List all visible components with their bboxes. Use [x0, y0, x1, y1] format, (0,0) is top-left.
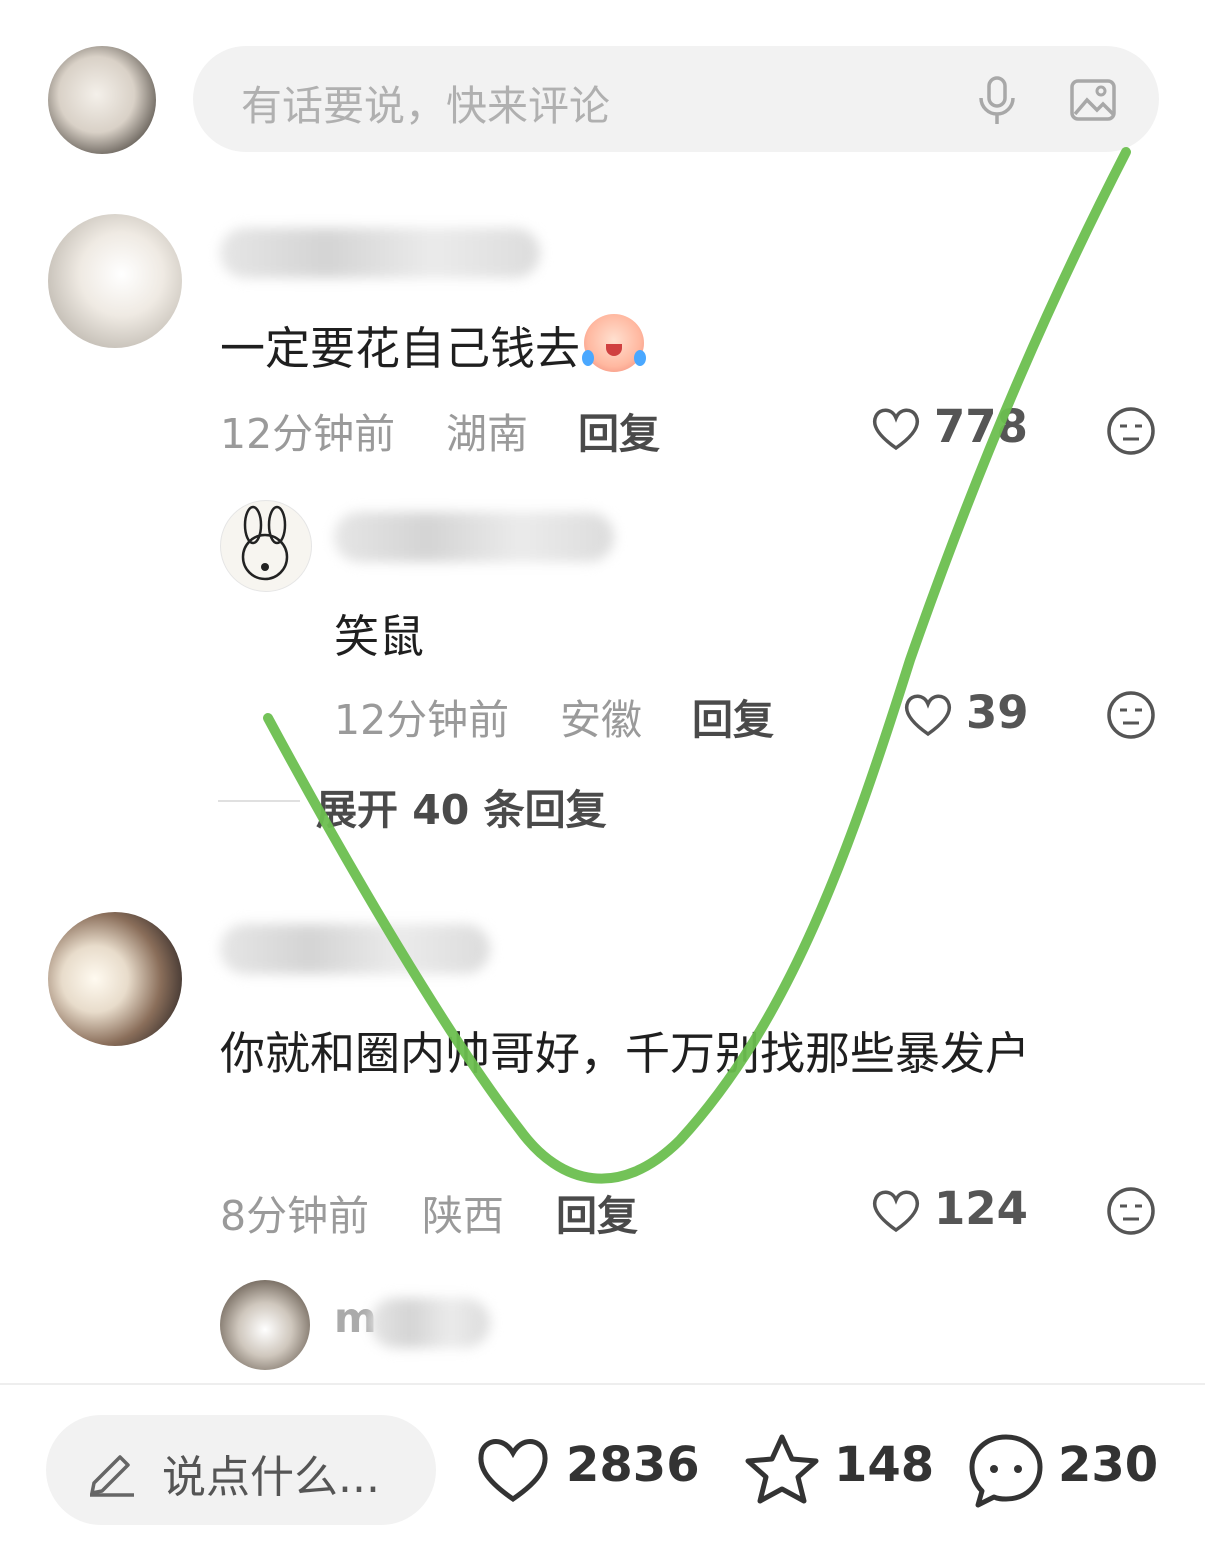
comment-author-blurred[interactable] [220, 228, 540, 278]
like-count: 778 [934, 400, 1028, 453]
comment-time: 12分钟前 [220, 410, 396, 458]
heart-icon[interactable] [870, 1188, 922, 1234]
dislike-face-icon[interactable] [1106, 406, 1156, 456]
heart-icon[interactable] [902, 692, 954, 738]
bunny-drawing-icon [241, 505, 289, 581]
reply-author-blurred[interactable] [334, 512, 614, 562]
reply-button[interactable]: 回复 [556, 1182, 638, 1242]
like-count: 39 [966, 686, 1029, 739]
reply-text: 笑鼠 [334, 610, 425, 663]
star-icon[interactable] [742, 1431, 822, 1507]
comment-region: 陕西 [422, 1192, 504, 1240]
say-something-button[interactable]: 说点什么... [46, 1415, 436, 1525]
comment-input-placeholder: 有话要说，快来评论 [241, 82, 610, 130]
comment-total: 230 [1058, 1437, 1159, 1493]
bottom-action-bar: 说点什么... 2836 148 230 [0, 1383, 1205, 1558]
reply-button[interactable]: 回复 [578, 400, 660, 460]
reply-region: 安徽 [560, 696, 642, 744]
reply-button[interactable]: 回复 [692, 686, 774, 746]
star-total: 148 [834, 1437, 935, 1493]
comment-bubble-icon[interactable] [966, 1431, 1046, 1509]
reply-time: 12分钟前 [334, 696, 510, 744]
say-something-label: 说点什么... [162, 1452, 380, 1503]
comment-avatar[interactable] [48, 912, 182, 1046]
like-heart-icon[interactable] [474, 1435, 552, 1505]
reply-avatar[interactable] [220, 1280, 310, 1370]
comment-text: 一定要花自己钱去 [220, 312, 647, 377]
expand-replies-button[interactable]: 展开 40 条回复 [316, 776, 607, 836]
pencil-icon [90, 1455, 134, 1497]
comment-author-blurred[interactable] [220, 924, 490, 974]
comment-input[interactable]: 有话要说，快来评论 [193, 46, 1159, 152]
reply-author-blurred [370, 1298, 490, 1348]
crying-laugh-emoji-icon [582, 314, 647, 372]
expand-divider [218, 800, 300, 802]
heart-icon[interactable] [870, 406, 922, 452]
comment-region: 湖南 [446, 410, 528, 458]
comment-time: 8分钟前 [220, 1192, 370, 1240]
dislike-face-icon[interactable] [1106, 1186, 1156, 1236]
current-user-avatar[interactable] [48, 46, 156, 154]
like-count: 124 [934, 1182, 1028, 1235]
comment-avatar[interactable] [48, 214, 182, 348]
comment-text: 你就和圈内帅哥好，千万别找那些暴发户 [220, 1027, 1031, 1080]
like-total: 2836 [566, 1437, 700, 1493]
reply-avatar[interactable] [220, 500, 312, 592]
microphone-icon[interactable] [975, 76, 1019, 126]
dislike-face-icon[interactable] [1106, 690, 1156, 740]
image-icon[interactable] [1069, 78, 1117, 122]
